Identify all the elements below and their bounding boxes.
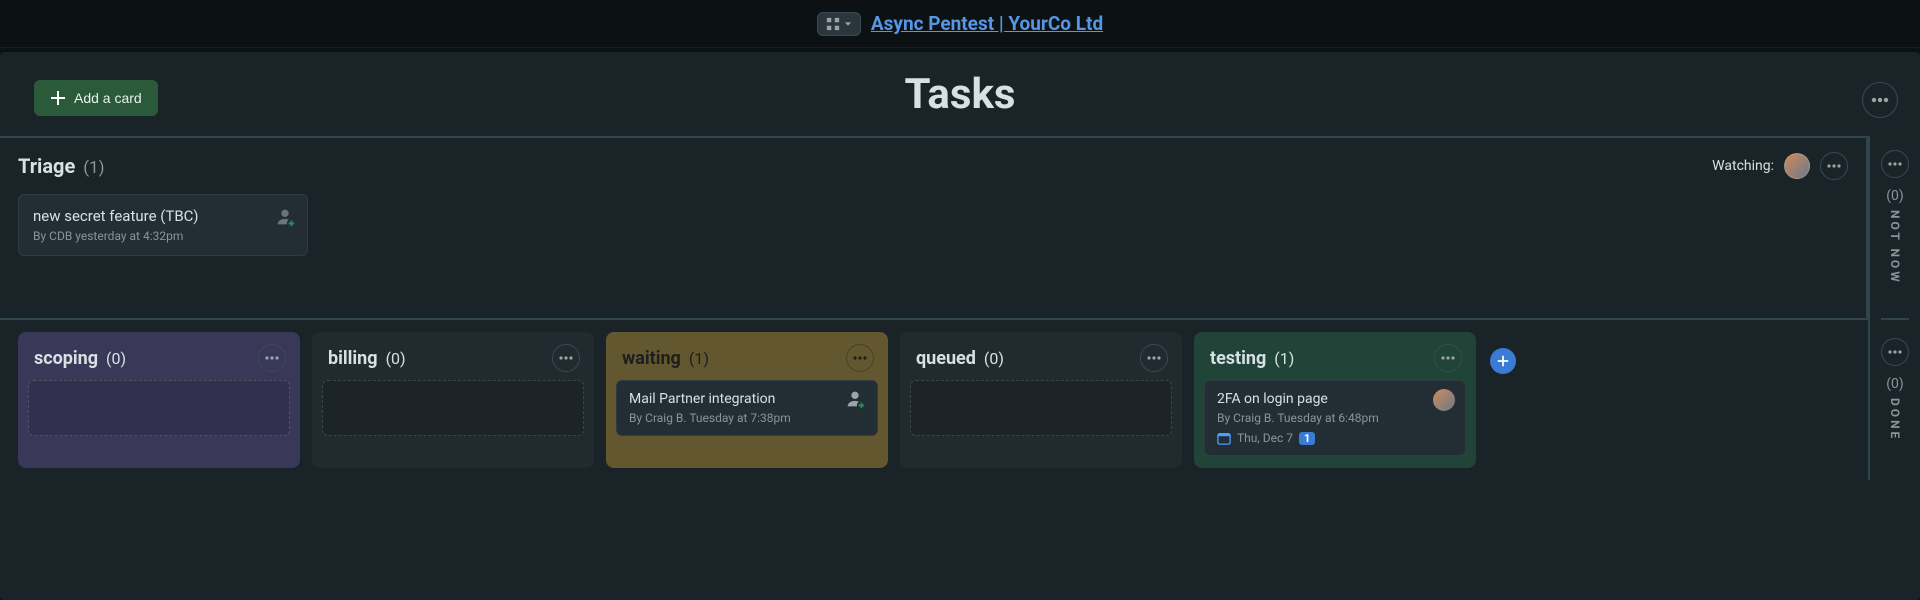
ellipsis-icon <box>1871 97 1889 103</box>
board-title: Tasks <box>904 70 1015 119</box>
column-count: (0) <box>984 349 1004 368</box>
ellipsis-icon <box>853 356 867 360</box>
side-label-not-now[interactable]: NOT NOW <box>1888 210 1902 285</box>
column-count: (1) <box>689 349 709 368</box>
column-title: testing <box>1210 348 1266 369</box>
triage-row: Triage (1) Watching: new secret feature … <box>0 136 1868 318</box>
side-label-done[interactable]: DONE <box>1888 398 1902 441</box>
column-menu-button[interactable] <box>1140 344 1168 372</box>
column-menu-button[interactable] <box>1434 344 1462 372</box>
column-menu-button[interactable] <box>552 344 580 372</box>
column-menu-button[interactable] <box>258 344 286 372</box>
assign-button[interactable] <box>843 387 867 411</box>
ellipsis-icon <box>1888 350 1902 354</box>
card-meta: By CDB yesterday at 4:32pm <box>33 229 293 243</box>
side-count: (0) <box>1886 376 1904 392</box>
person-plus-icon <box>274 206 296 228</box>
column-title: queued <box>916 348 976 369</box>
add-card-label: Add a card <box>74 90 142 106</box>
side-menu-button[interactable] <box>1881 150 1909 178</box>
ellipsis-icon <box>1147 356 1161 360</box>
ellipsis-icon <box>1441 356 1455 360</box>
column-scoping: scoping (0) <box>18 332 300 468</box>
testing-card[interactable]: 2FA on login page By Craig B. Tuesday at… <box>1204 380 1466 456</box>
board-area: Add a card Tasks Triage (1) Watching: <box>0 52 1920 600</box>
board-menu-button[interactable] <box>1862 82 1898 118</box>
add-card-button[interactable]: Add a card <box>34 80 158 116</box>
card-title: new secret feature (TBC) <box>33 207 293 225</box>
column-title: billing <box>328 348 378 369</box>
board-header: Add a card Tasks <box>0 52 1920 136</box>
column-menu-button[interactable] <box>846 344 874 372</box>
plus-icon <box>1496 354 1510 368</box>
card-meta: By Craig B. Tuesday at 6:48pm <box>1217 411 1453 425</box>
dropzone[interactable] <box>28 380 290 436</box>
column-count: (0) <box>106 349 126 368</box>
ellipsis-icon <box>559 356 573 360</box>
ellipsis-icon <box>265 356 279 360</box>
triage-card[interactable]: new secret feature (TBC) By CDB yesterda… <box>18 194 308 256</box>
column-title: scoping <box>34 348 98 369</box>
triage-cell: Triage (1) Watching: new secret feature … <box>0 138 1868 318</box>
sidebar-strip: (0) NOT NOW (0) DONE <box>1868 136 1920 480</box>
column-count: (0) <box>386 349 406 368</box>
triage-count: (1) <box>83 158 104 178</box>
grid-icon <box>826 17 840 31</box>
column-queued: queued (0) <box>900 332 1182 468</box>
assignee-avatar[interactable] <box>1433 389 1455 411</box>
card-title: 2FA on login page <box>1217 391 1453 407</box>
side-menu-button[interactable] <box>1881 338 1909 366</box>
columns-row: scoping (0) billing (0) <box>0 318 1868 480</box>
column-waiting: waiting (1) Mail Partner integration By … <box>606 332 888 468</box>
dropzone[interactable] <box>910 380 1172 436</box>
ellipsis-icon <box>1827 164 1841 168</box>
column-billing: billing (0) <box>312 332 594 468</box>
column-count: (1) <box>1274 349 1294 368</box>
dropzone[interactable] <box>322 380 584 436</box>
triage-menu-button[interactable] <box>1820 152 1848 180</box>
add-column-button[interactable] <box>1490 348 1516 374</box>
column-title: waiting <box>622 348 681 369</box>
workspace-switcher[interactable] <box>817 12 861 36</box>
assign-button[interactable] <box>273 205 297 229</box>
waiting-card[interactable]: Mail Partner integration By Craig B. Tue… <box>616 380 878 436</box>
top-frame-bar: Async Pentest | YourCo Ltd <box>0 0 1920 48</box>
triage-header: Triage (1) Watching: <box>18 148 1848 184</box>
ellipsis-icon <box>1888 162 1902 166</box>
chevron-down-icon <box>844 20 852 28</box>
side-count: (0) <box>1886 188 1904 204</box>
person-plus-icon <box>844 388 866 410</box>
card-date: Thu, Dec 7 <box>1237 431 1293 445</box>
card-meta: By Craig B. Tuesday at 7:38pm <box>629 411 865 425</box>
calendar-icon <box>1217 431 1231 445</box>
watching-label: Watching: <box>1712 158 1774 174</box>
triage-title: Triage <box>18 154 75 178</box>
card-title: Mail Partner integration <box>629 391 865 407</box>
card-badge: 1 <box>1299 432 1315 445</box>
board-title-link[interactable]: Async Pentest | YourCo Ltd <box>871 12 1103 35</box>
plus-icon <box>50 90 66 106</box>
watcher-avatar[interactable] <box>1784 153 1810 179</box>
column-testing: testing (1) 2FA on login page By Craig B… <box>1194 332 1476 468</box>
